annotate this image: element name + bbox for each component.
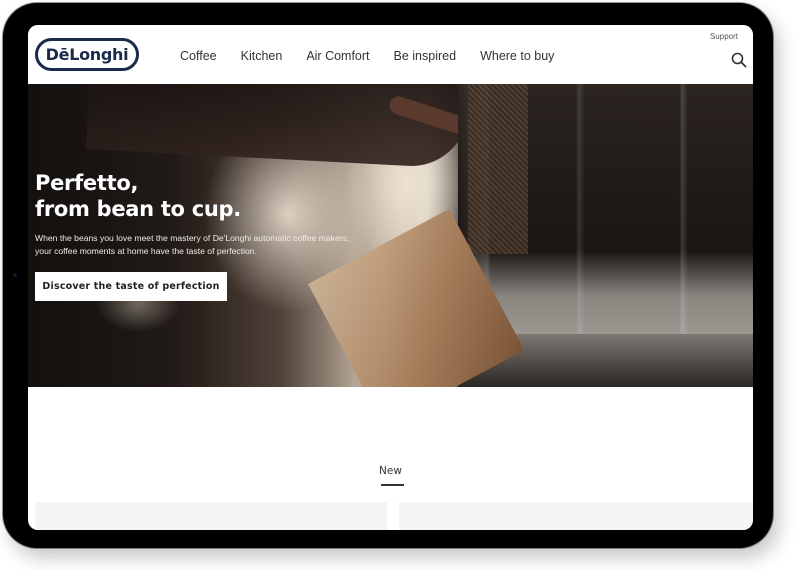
support-link[interactable]: Support — [710, 32, 738, 41]
product-card[interactable] — [35, 502, 387, 530]
hero-image-beans — [468, 84, 528, 254]
nav-item-coffee[interactable]: Coffee — [180, 49, 217, 63]
product-card[interactable] — [399, 502, 753, 530]
brand-logo-text: DēLonghi — [45, 45, 129, 64]
nav-item-kitchen[interactable]: Kitchen — [241, 49, 283, 63]
search-icon[interactable] — [731, 52, 747, 68]
front-camera — [13, 273, 17, 277]
browser-viewport: DēLonghi Coffee Kitchen Air Comfort Be i… — [28, 25, 753, 530]
hero-description: When the beans you love meet the mastery… — [35, 232, 385, 258]
brand-logo[interactable]: DēLonghi — [35, 38, 139, 71]
tab-new[interactable]: New — [28, 465, 753, 477]
tab-new-underline — [381, 484, 404, 486]
main-nav: Coffee Kitchen Air Comfort Be inspired W… — [180, 49, 578, 63]
site-header: DēLonghi Coffee Kitchen Air Comfort Be i… — [28, 25, 753, 84]
hero-title-line-2: from bean to cup. — [35, 197, 241, 221]
nav-item-be-inspired[interactable]: Be inspired — [394, 49, 457, 63]
nav-item-air-comfort[interactable]: Air Comfort — [306, 49, 369, 63]
discover-button[interactable]: Discover the taste of perfection — [35, 272, 227, 301]
hero-title-line-1: Perfetto, — [35, 171, 139, 195]
hero-description-line-2: your coffee moments at home have the tas… — [35, 246, 257, 256]
tablet-frame: DēLonghi Coffee Kitchen Air Comfort Be i… — [3, 3, 773, 548]
hero-title: Perfetto, from bean to cup. — [35, 170, 241, 222]
nav-item-where-to-buy[interactable]: Where to buy — [480, 49, 554, 63]
hero-banner: Perfetto, from bean to cup. When the bea… — [28, 84, 753, 387]
hero-description-line-1: When the beans you love meet the mastery… — [35, 233, 350, 243]
